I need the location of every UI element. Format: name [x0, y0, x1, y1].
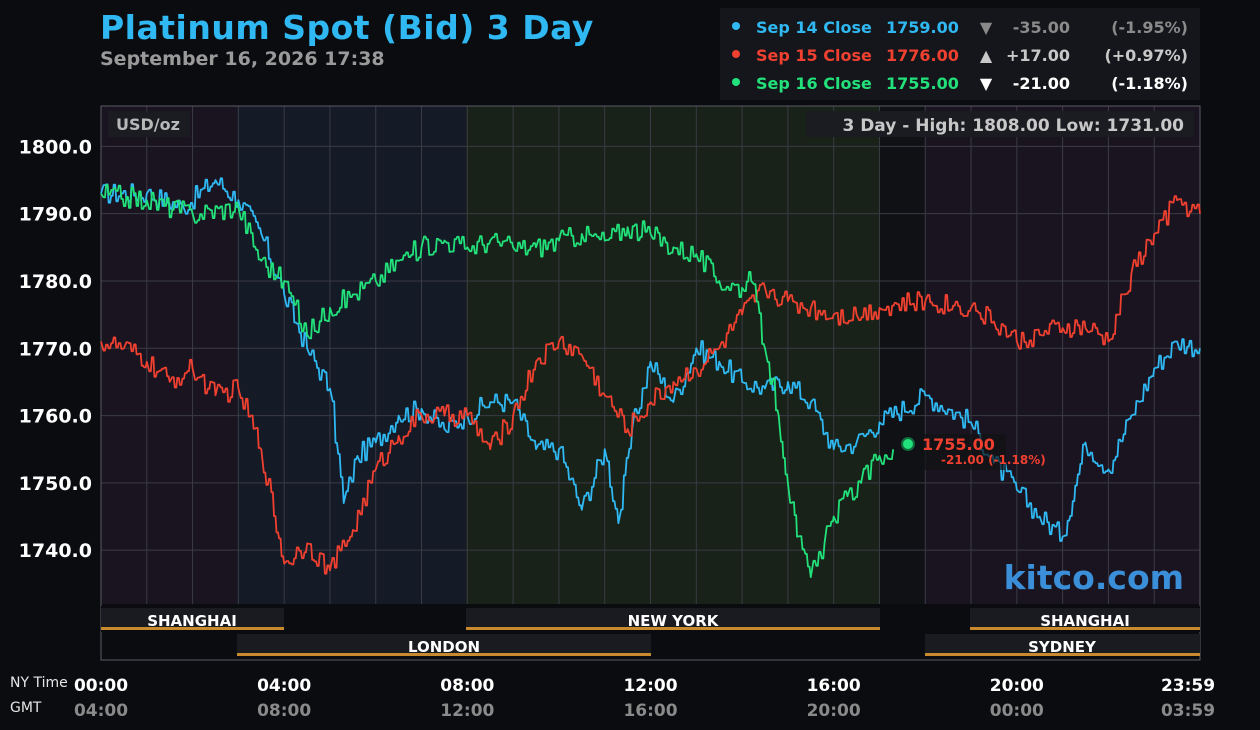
x-tick-label-ny: 04:00 — [257, 676, 312, 696]
x-tick-label-ny: 20:00 — [989, 676, 1044, 696]
session-band-closed — [880, 106, 925, 604]
ny-time-label: NY Time — [10, 675, 68, 691]
y-axis: 1740.0 1750.0 1760.0 1770.0 1780.0 1790.0 1800… — [19, 136, 92, 562]
x-tick-label-ny: 23:59 — [1160, 676, 1216, 696]
session-band-london — [237, 106, 466, 604]
y-tick-label: 1800.0 — [19, 136, 92, 158]
x-tick-label-gmt: 00:00 — [989, 701, 1044, 721]
x-tick-label-gmt: 16:00 — [623, 701, 678, 721]
x-tick-label-gmt: 04:00 — [73, 701, 129, 721]
session-label: SHANGHAI — [147, 612, 237, 630]
current-price-label: 1755.00 — [922, 435, 995, 454]
session-label: SHANGHAI — [1040, 612, 1130, 630]
y-tick-label: 1740.0 — [19, 540, 92, 562]
x-tick-label-gmt: 20:00 — [806, 701, 861, 721]
y-tick-label: 1760.0 — [19, 406, 92, 428]
high-low-label: 3 Day - High: 1808.00 Low: 1731.00 — [842, 116, 1184, 136]
session-label: LONDON — [408, 638, 480, 656]
session-label: NEW YORK — [628, 612, 720, 630]
x-tick-label-ny: 12:00 — [623, 676, 678, 696]
gmt-label: GMT — [10, 700, 42, 716]
units-label: USD/oz — [116, 115, 180, 134]
session-label: SYDNEY — [1028, 638, 1097, 656]
x-tick-label-ny: 00:00 — [73, 676, 129, 696]
current-price-dot — [901, 437, 915, 451]
y-tick-label: 1750.0 — [19, 473, 92, 495]
watermark: kitco.com — [1004, 558, 1184, 597]
x-tick-label-gmt: 08:00 — [257, 701, 312, 721]
y-tick-label: 1790.0 — [19, 204, 92, 226]
session-band-newyork — [466, 106, 880, 604]
y-tick-label: 1780.0 — [19, 271, 92, 293]
x-tick-label-gmt: 03:59 — [1160, 701, 1216, 721]
y-tick-label: 1770.0 — [19, 338, 92, 360]
x-tick-label-ny: 16:00 — [806, 676, 861, 696]
x-tick-label-gmt: 12:00 — [440, 701, 495, 721]
current-change-label: -21.00 (-1.18%) — [941, 453, 1046, 467]
price-chart: USD/oz 3 Day - High: 1808.00 Low: 1731.0… — [19, 105, 1201, 661]
x-tick-label-ny: 08:00 — [440, 676, 495, 696]
